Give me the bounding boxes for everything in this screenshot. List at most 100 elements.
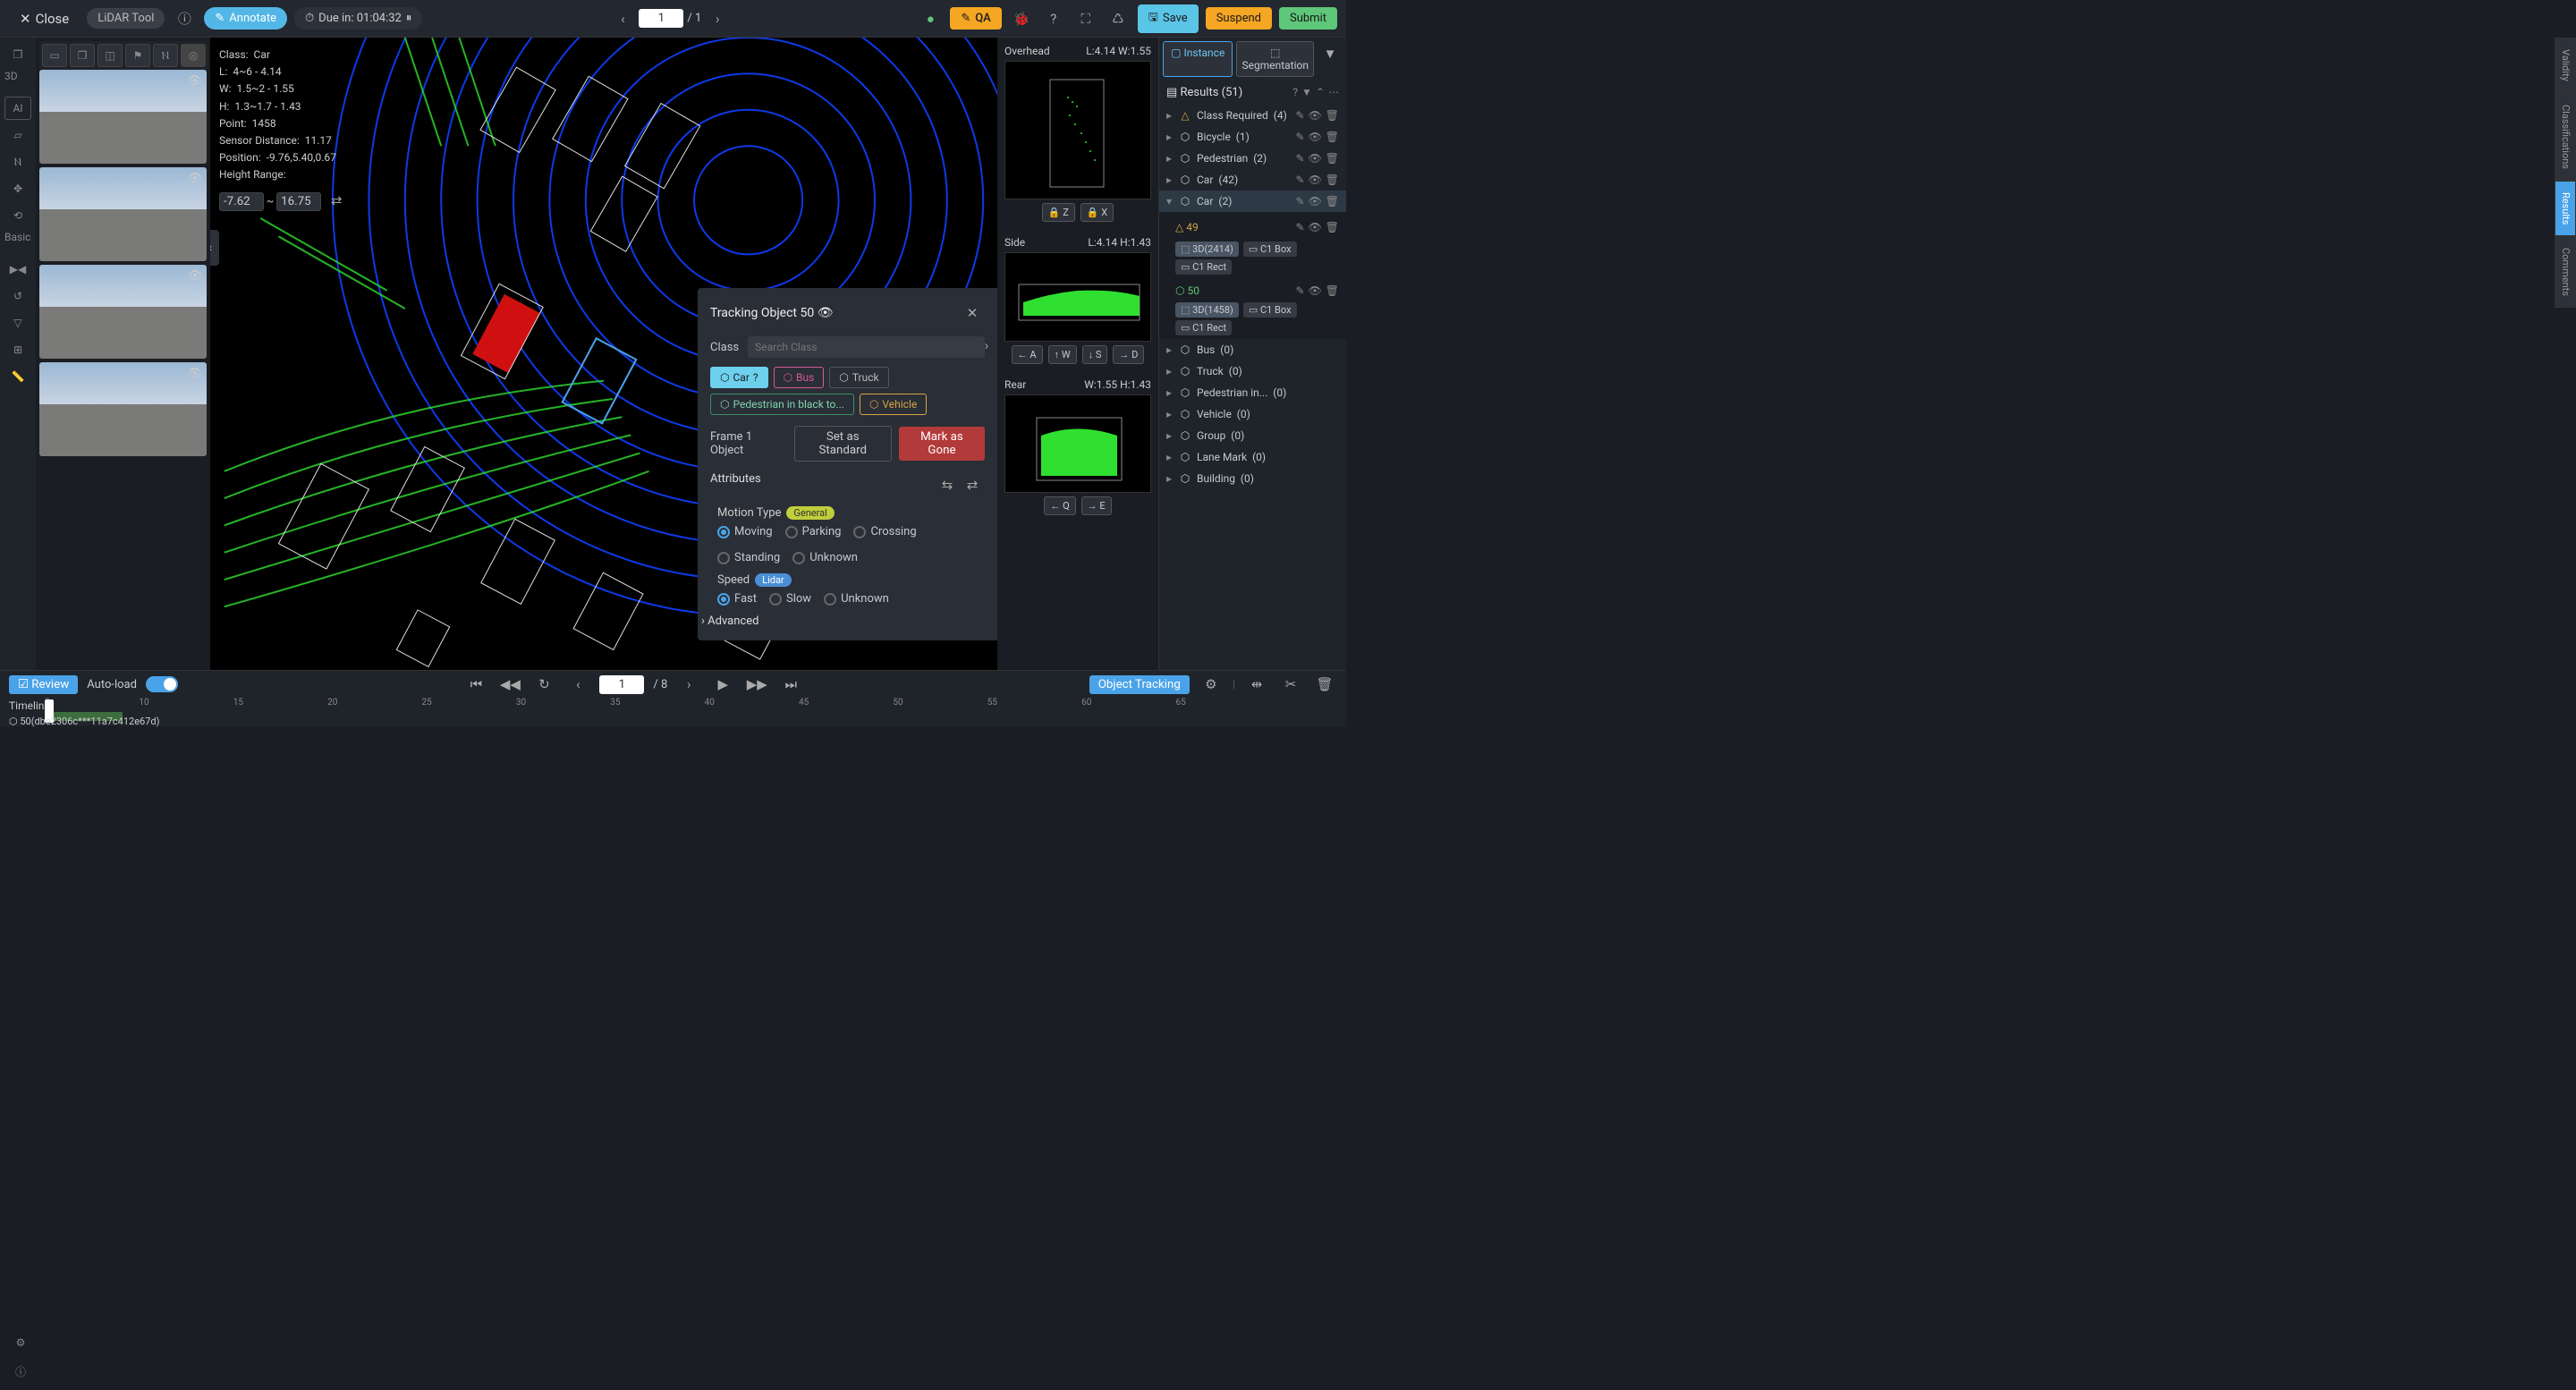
ruler-icon[interactable]: 📏: [4, 365, 31, 388]
filter-icon-2[interactable]: ▼: [1301, 86, 1312, 99]
rect-tool-icon[interactable]: ▭: [42, 44, 67, 67]
autoload-toggle[interactable]: [146, 676, 178, 692]
camera-thumb-4[interactable]: 👁: [39, 362, 207, 456]
play-icon[interactable]: ▶: [710, 672, 735, 697]
radio-unknown-speed[interactable]: Unknown: [824, 592, 889, 606]
chip-truck[interactable]: ⬡ Truck: [829, 367, 888, 388]
radio-standing[interactable]: Standing: [717, 551, 780, 564]
frame-input[interactable]: [639, 9, 683, 28]
lock-x-button[interactable]: 🔒 X: [1080, 203, 1114, 222]
advanced-toggle[interactable]: › Advanced: [701, 614, 985, 628]
overhead-view[interactable]: [1004, 61, 1151, 199]
info-icon-bl[interactable]: ⓘ: [7, 1360, 34, 1383]
lidar-canvas[interactable]: ‹: [210, 38, 997, 670]
tab-comments[interactable]: Comments: [2555, 236, 2576, 308]
radio-moving[interactable]: Moving: [717, 525, 773, 538]
fullscreen-icon[interactable]: ⛶: [1073, 6, 1098, 31]
n-icon[interactable]: Ⲛ: [153, 44, 178, 67]
cut-icon[interactable]: ✂: [1278, 672, 1303, 697]
object-tracking-button[interactable]: Object Tracking: [1089, 675, 1190, 694]
nav-a-button[interactable]: ← A: [1012, 345, 1043, 364]
ai-button[interactable]: AI: [4, 97, 31, 120]
qa-button[interactable]: ✎ QA: [950, 7, 1001, 30]
close-button[interactable]: ✕ Close: [9, 6, 80, 31]
class-row[interactable]: ▸⬡Bus (0): [1159, 339, 1346, 360]
class-row[interactable]: ▸⬡Truck (0): [1159, 360, 1346, 382]
lock-z-button[interactable]: 🔒 Z: [1042, 203, 1075, 222]
chip-bus[interactable]: ⬡ Bus: [774, 367, 825, 388]
split-icon[interactable]: ⇹: [1244, 672, 1269, 697]
rewind-icon[interactable]: ◀◀: [497, 672, 522, 697]
eye-icon[interactable]: 👁: [187, 269, 202, 283]
move-icon[interactable]: ✥: [4, 177, 31, 200]
help-results-icon[interactable]: ?: [1292, 86, 1298, 99]
submit-button[interactable]: Submit: [1279, 7, 1337, 30]
chip-pedestrian[interactable]: ⬡ Pedestrian in black to...: [710, 394, 854, 415]
rotate-icon[interactable]: ⟲: [4, 204, 31, 227]
nav-s-button[interactable]: ↓ S: [1082, 345, 1108, 364]
chip-vehicle[interactable]: ⬡ Vehicle: [860, 394, 927, 415]
filter-results-icon[interactable]: ▼: [1318, 41, 1343, 66]
radio-parking[interactable]: Parking: [785, 525, 842, 538]
loop-icon[interactable]: ↻: [531, 672, 556, 697]
chip-car[interactable]: ⬡ Car ?: [710, 367, 768, 388]
collapse-all-icon[interactable]: ⌃: [1316, 86, 1325, 99]
nav-w-button[interactable]: ↑ W: [1048, 345, 1077, 364]
close-panel-icon[interactable]: ✕: [960, 301, 985, 326]
skip-end-icon[interactable]: ⏭: [778, 672, 803, 697]
timeline-frame-input[interactable]: [599, 675, 644, 694]
radio-crossing[interactable]: Crossing: [853, 525, 916, 538]
save-button[interactable]: 🖫 Save: [1138, 4, 1199, 33]
help-icon[interactable]: ?: [1041, 6, 1066, 31]
next-icon[interactable]: ›: [676, 672, 701, 697]
class-row[interactable]: ▸⬡Building (0): [1159, 468, 1346, 489]
rear-view[interactable]: [1004, 394, 1151, 493]
tab-segmentation[interactable]: ⬚ Segmentation: [1236, 41, 1314, 77]
set-standard-button[interactable]: Set as Standard: [794, 426, 892, 462]
search-class-input[interactable]: [748, 336, 985, 358]
panel-next-icon[interactable]: ›: [974, 333, 997, 358]
eye-icon[interactable]: 👁: [187, 74, 202, 88]
eye-icon[interactable]: 👁: [187, 367, 202, 380]
tab-instance[interactable]: ▢ Instance: [1163, 41, 1233, 77]
camera-thumb-3[interactable]: 👁: [39, 265, 207, 359]
nav-q-button[interactable]: ← Q: [1044, 496, 1075, 515]
class-row-car-open[interactable]: ▾⬡Car (2)✎👁🗑: [1159, 191, 1346, 212]
skip-start-icon[interactable]: ⏮: [463, 672, 488, 697]
tab-results[interactable]: Results: [2555, 181, 2576, 236]
mark-gone-button[interactable]: Mark as Gone: [899, 427, 985, 461]
collapse-thumbs-icon[interactable]: ‹: [210, 230, 219, 266]
annotate-button[interactable]: ✎ Annotate: [204, 7, 287, 30]
class-row[interactable]: ▸⬡Car (42)✎👁🗑: [1159, 169, 1346, 191]
undo-icon[interactable]: ↺: [4, 284, 31, 308]
grid-icon[interactable]: ⊞: [4, 338, 31, 361]
filter-icon[interactable]: ▽: [4, 311, 31, 335]
nav-e-button[interactable]: → E: [1081, 496, 1112, 515]
height-max-input[interactable]: [276, 192, 321, 211]
object-item-49[interactable]: △ 49✎👁🗑⬚ 3D(2414)▭ C1 Box▭ C1 Rect: [1159, 212, 1346, 278]
radio-unknown-motion[interactable]: Unknown: [792, 551, 858, 564]
camera-thumb-1[interactable]: 👁: [39, 70, 207, 164]
polygon-icon[interactable]: ▱: [4, 123, 31, 147]
forward-icon[interactable]: ▶▶: [744, 672, 769, 697]
next-frame-icon[interactable]: ›: [705, 6, 730, 31]
info-icon[interactable]: ⓘ: [172, 6, 197, 31]
bug-icon[interactable]: 🐞: [1009, 6, 1034, 31]
more-icon[interactable]: ⋯: [1328, 86, 1339, 99]
tab-validity[interactable]: Validity: [2555, 38, 2576, 93]
height-min-input[interactable]: [219, 192, 264, 211]
class-row[interactable]: ▸⬡Pedestrian (2)✎👁🗑: [1159, 148, 1346, 169]
rect-3d-icon[interactable]: ◫: [97, 44, 123, 67]
eye-icon[interactable]: 👁: [187, 172, 202, 185]
class-row[interactable]: ▸⬡Pedestrian in... (0): [1159, 382, 1346, 403]
radio-slow[interactable]: Slow: [769, 592, 811, 606]
target-icon[interactable]: ◎: [181, 44, 206, 67]
class-row[interactable]: ▸⬡Vehicle (0): [1159, 403, 1346, 425]
prev-frame-icon[interactable]: ‹: [610, 6, 635, 31]
review-button[interactable]: ☑ Review: [9, 675, 78, 694]
radio-fast[interactable]: Fast: [717, 592, 757, 606]
class-row[interactable]: ▸⬡Group (0): [1159, 425, 1346, 446]
cube-icon[interactable]: ❒: [4, 43, 31, 66]
nav-d-button[interactable]: → D: [1113, 345, 1144, 364]
camera-thumb-2[interactable]: 👁: [39, 167, 207, 261]
